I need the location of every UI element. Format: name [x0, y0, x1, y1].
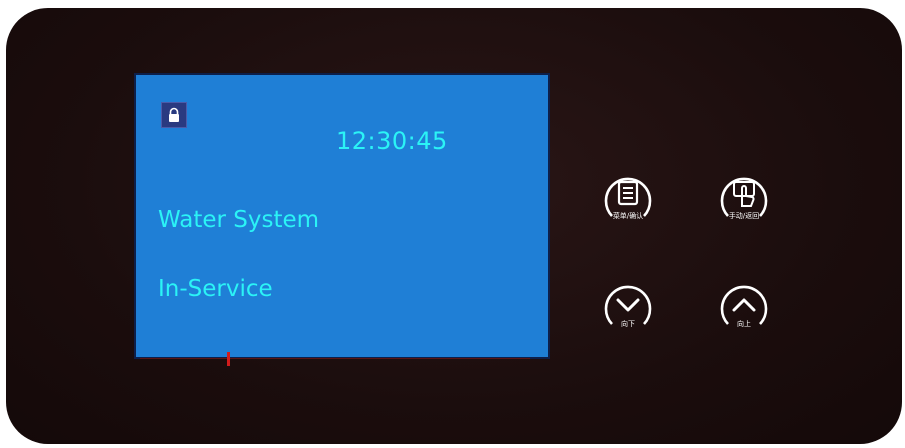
manual-back-label: 手动/返回	[728, 212, 760, 220]
up-label: 向上	[737, 320, 751, 328]
screen-underline	[140, 358, 530, 359]
manual-back-button[interactable]: 手动/返回	[714, 170, 774, 230]
down-label: 向下	[621, 320, 635, 328]
chevron-down-icon	[604, 285, 652, 325]
lcd-screen: 12:30:45 Water System In-Service	[134, 73, 550, 359]
indicator-marker	[227, 352, 230, 366]
menu-confirm-button[interactable]: 菜单/确认	[598, 170, 658, 230]
up-button[interactable]: 向上	[714, 278, 774, 338]
status-text: In-Service	[158, 276, 273, 302]
menu-list-icon	[604, 177, 652, 217]
lock-icon	[161, 102, 187, 128]
system-name-text: Water System	[158, 207, 320, 233]
clock-time: 12:30:45	[336, 127, 448, 155]
menu-confirm-label: 菜单/确认	[612, 212, 644, 220]
hand-touch-icon	[720, 177, 768, 217]
down-button[interactable]: 向下	[598, 278, 658, 338]
chevron-up-icon	[720, 285, 768, 325]
